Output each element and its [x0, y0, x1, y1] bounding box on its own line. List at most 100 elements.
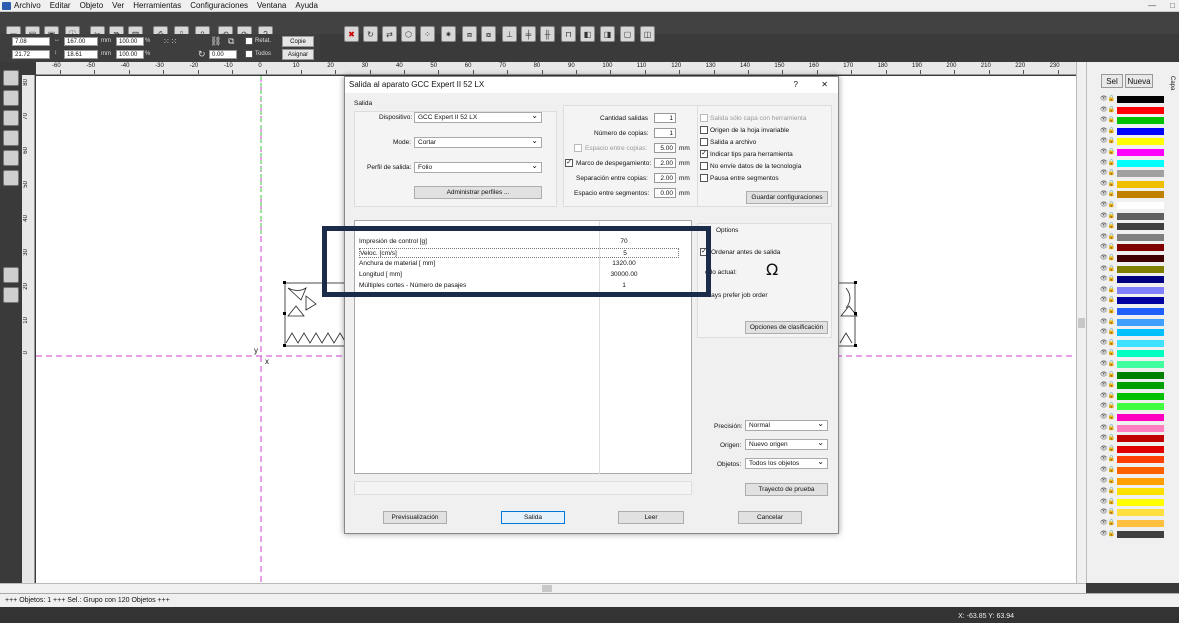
select-tool-icon[interactable]: [3, 70, 19, 86]
espacio-copias-checkbox[interactable]: [574, 144, 582, 152]
layer-row[interactable]: 👁🔒: [1087, 445, 1167, 454]
layer-order-icon[interactable]: ◫: [640, 26, 655, 42]
output-tool-icon[interactable]: [3, 287, 19, 303]
layer-visibility-icon[interactable]: 👁🔒: [1100, 360, 1115, 367]
layer-row[interactable]: 👁🔒: [1087, 318, 1167, 327]
layer-visibility-icon[interactable]: 👁🔒: [1100, 222, 1115, 229]
weed-tool-icon[interactable]: [3, 267, 19, 283]
menu-ventana[interactable]: Ventana: [257, 1, 286, 10]
mirror-icon[interactable]: ⇄: [382, 26, 397, 42]
minimize-button[interactable]: —: [1148, 1, 1156, 10]
layer-visibility-icon[interactable]: 👁🔒: [1100, 254, 1115, 261]
layer-row[interactable]: 👁🔒: [1087, 307, 1167, 316]
layer-row[interactable]: 👁🔒: [1087, 455, 1167, 464]
menu-objeto[interactable]: Objeto: [80, 1, 104, 10]
layer-row[interactable]: 👁🔒: [1087, 530, 1167, 539]
layers-tab[interactable]: Capa: [1169, 76, 1175, 90]
layer-color-swatch[interactable]: [1117, 127, 1164, 135]
ungroup-icon[interactable]: ⧇: [481, 26, 496, 42]
frame-icon[interactable]: ▢: [620, 26, 635, 42]
layer-row[interactable]: 👁🔒: [1087, 296, 1167, 305]
layer-row[interactable]: 👁🔒: [1087, 339, 1167, 348]
height-field[interactable]: 18.61: [64, 50, 98, 59]
layer-visibility-icon[interactable]: 👁🔒: [1100, 413, 1115, 420]
layer-row[interactable]: 👁🔒: [1087, 392, 1167, 401]
layer-visibility-icon[interactable]: 👁🔒: [1100, 275, 1115, 282]
layer-row[interactable]: 👁🔒: [1087, 212, 1167, 221]
layer-color-swatch[interactable]: [1117, 350, 1164, 358]
layer-color-swatch[interactable]: [1117, 106, 1164, 114]
layer-row[interactable]: 👁🔒: [1087, 328, 1167, 337]
layer-visibility-icon[interactable]: 👁🔒: [1100, 127, 1115, 134]
marco-checkbox[interactable]: ✓: [565, 159, 573, 167]
link-icon[interactable]: ⛓: [210, 36, 221, 47]
layer-visibility-icon[interactable]: 👁🔒: [1100, 445, 1115, 452]
layer-visibility-icon[interactable]: 👁🔒: [1100, 508, 1115, 515]
leer-button[interactable]: Leer: [618, 511, 684, 524]
cancelar-button[interactable]: Cancelar: [738, 511, 802, 524]
layer-visibility-icon[interactable]: 👁🔒: [1100, 371, 1115, 378]
layer-color-swatch[interactable]: [1117, 212, 1164, 220]
layer-row[interactable]: 👁🔒: [1087, 180, 1167, 189]
layer-visibility-icon[interactable]: 👁🔒: [1100, 307, 1115, 314]
layer-color-swatch[interactable]: [1117, 318, 1164, 326]
check-salida-archivo[interactable]: [700, 138, 708, 146]
layer-visibility-icon[interactable]: 👁🔒: [1100, 455, 1115, 462]
layer-color-swatch[interactable]: [1117, 371, 1164, 379]
marco-field[interactable]: 2.00: [654, 158, 676, 168]
layer-row[interactable]: 👁🔒: [1087, 106, 1167, 115]
layer-visibility-icon[interactable]: 👁🔒: [1100, 201, 1115, 208]
layer-color-swatch[interactable]: [1117, 159, 1164, 167]
layer-visibility-icon[interactable]: 👁🔒: [1100, 159, 1115, 166]
horizontal-scrollbar[interactable]: [0, 583, 1086, 593]
layer-color-swatch[interactable]: [1117, 498, 1164, 506]
segmentos-field[interactable]: 0.00: [654, 188, 676, 198]
layer-row[interactable]: 👁🔒: [1087, 254, 1167, 263]
layer-color-swatch[interactable]: [1117, 170, 1164, 178]
delete-icon[interactable]: ✖: [344, 26, 359, 42]
layer-visibility-icon[interactable]: 👁🔒: [1100, 466, 1115, 473]
menu-herramientas[interactable]: Herramientas: [133, 1, 181, 10]
layer-row[interactable]: 👁🔒: [1087, 402, 1167, 411]
node-edit-icon[interactable]: ✷: [441, 26, 456, 42]
layer-color-swatch[interactable]: [1117, 244, 1164, 252]
align-center-icon[interactable]: ╪: [521, 26, 536, 42]
layer-visibility-icon[interactable]: 👁🔒: [1100, 424, 1115, 431]
asignar-button[interactable]: Asignar: [282, 49, 314, 60]
layer-row[interactable]: 👁🔒: [1087, 413, 1167, 422]
layer-color-swatch[interactable]: [1117, 96, 1164, 103]
scale-y-field[interactable]: 100.00: [116, 50, 144, 59]
node-icon[interactable]: ⁘: [420, 26, 435, 42]
layer-row[interactable]: 👁🔒: [1087, 148, 1167, 157]
layer-row[interactable]: 👁🔒: [1087, 159, 1167, 168]
check-indicar-tips[interactable]: ✓: [700, 150, 708, 158]
layer-row[interactable]: 👁🔒: [1087, 137, 1167, 146]
layer-visibility-icon[interactable]: 👁🔒: [1100, 392, 1115, 399]
previsualizacion-button[interactable]: Previsualización: [383, 511, 447, 524]
layer-row[interactable]: 👁🔒: [1087, 487, 1167, 496]
close-button[interactable]: ✕: [821, 77, 828, 93]
sort-mode-icon[interactable]: Ω: [766, 261, 784, 281]
layer-row[interactable]: 👁🔒: [1087, 349, 1167, 358]
layer-row[interactable]: 👁🔒: [1087, 169, 1167, 178]
sel-button[interactable]: Sel: [1101, 74, 1123, 88]
layer-row[interactable]: 👁🔒: [1087, 508, 1167, 517]
copie-button[interactable]: Copie: [282, 36, 314, 47]
layer-row[interactable]: 👁🔒: [1087, 424, 1167, 433]
layer-visibility-icon[interactable]: 👁🔒: [1100, 286, 1115, 293]
guardar-configuraciones-button[interactable]: Guardar configuraciones: [746, 191, 828, 204]
layer-visibility-icon[interactable]: 👁🔒: [1100, 169, 1115, 176]
layer-visibility-icon[interactable]: 👁🔒: [1100, 233, 1115, 240]
check-pausa-segmentos[interactable]: [700, 174, 708, 182]
maximize-button[interactable]: □: [1170, 1, 1175, 10]
layer-color-swatch[interactable]: [1117, 392, 1164, 400]
layer-color-swatch[interactable]: [1117, 329, 1164, 337]
menu-editar[interactable]: Editar: [50, 1, 71, 10]
weld-icon[interactable]: ⬡: [401, 26, 416, 42]
layer-visibility-icon[interactable]: 👁🔒: [1100, 349, 1115, 356]
help-button[interactable]: ?: [794, 77, 798, 93]
layer-color-swatch[interactable]: [1117, 286, 1164, 294]
anchor-grid-icon[interactable]: ⁙⁙: [163, 37, 178, 46]
x-field[interactable]: 7.08: [12, 37, 50, 46]
layer-visibility-icon[interactable]: 👁🔒: [1100, 402, 1115, 409]
